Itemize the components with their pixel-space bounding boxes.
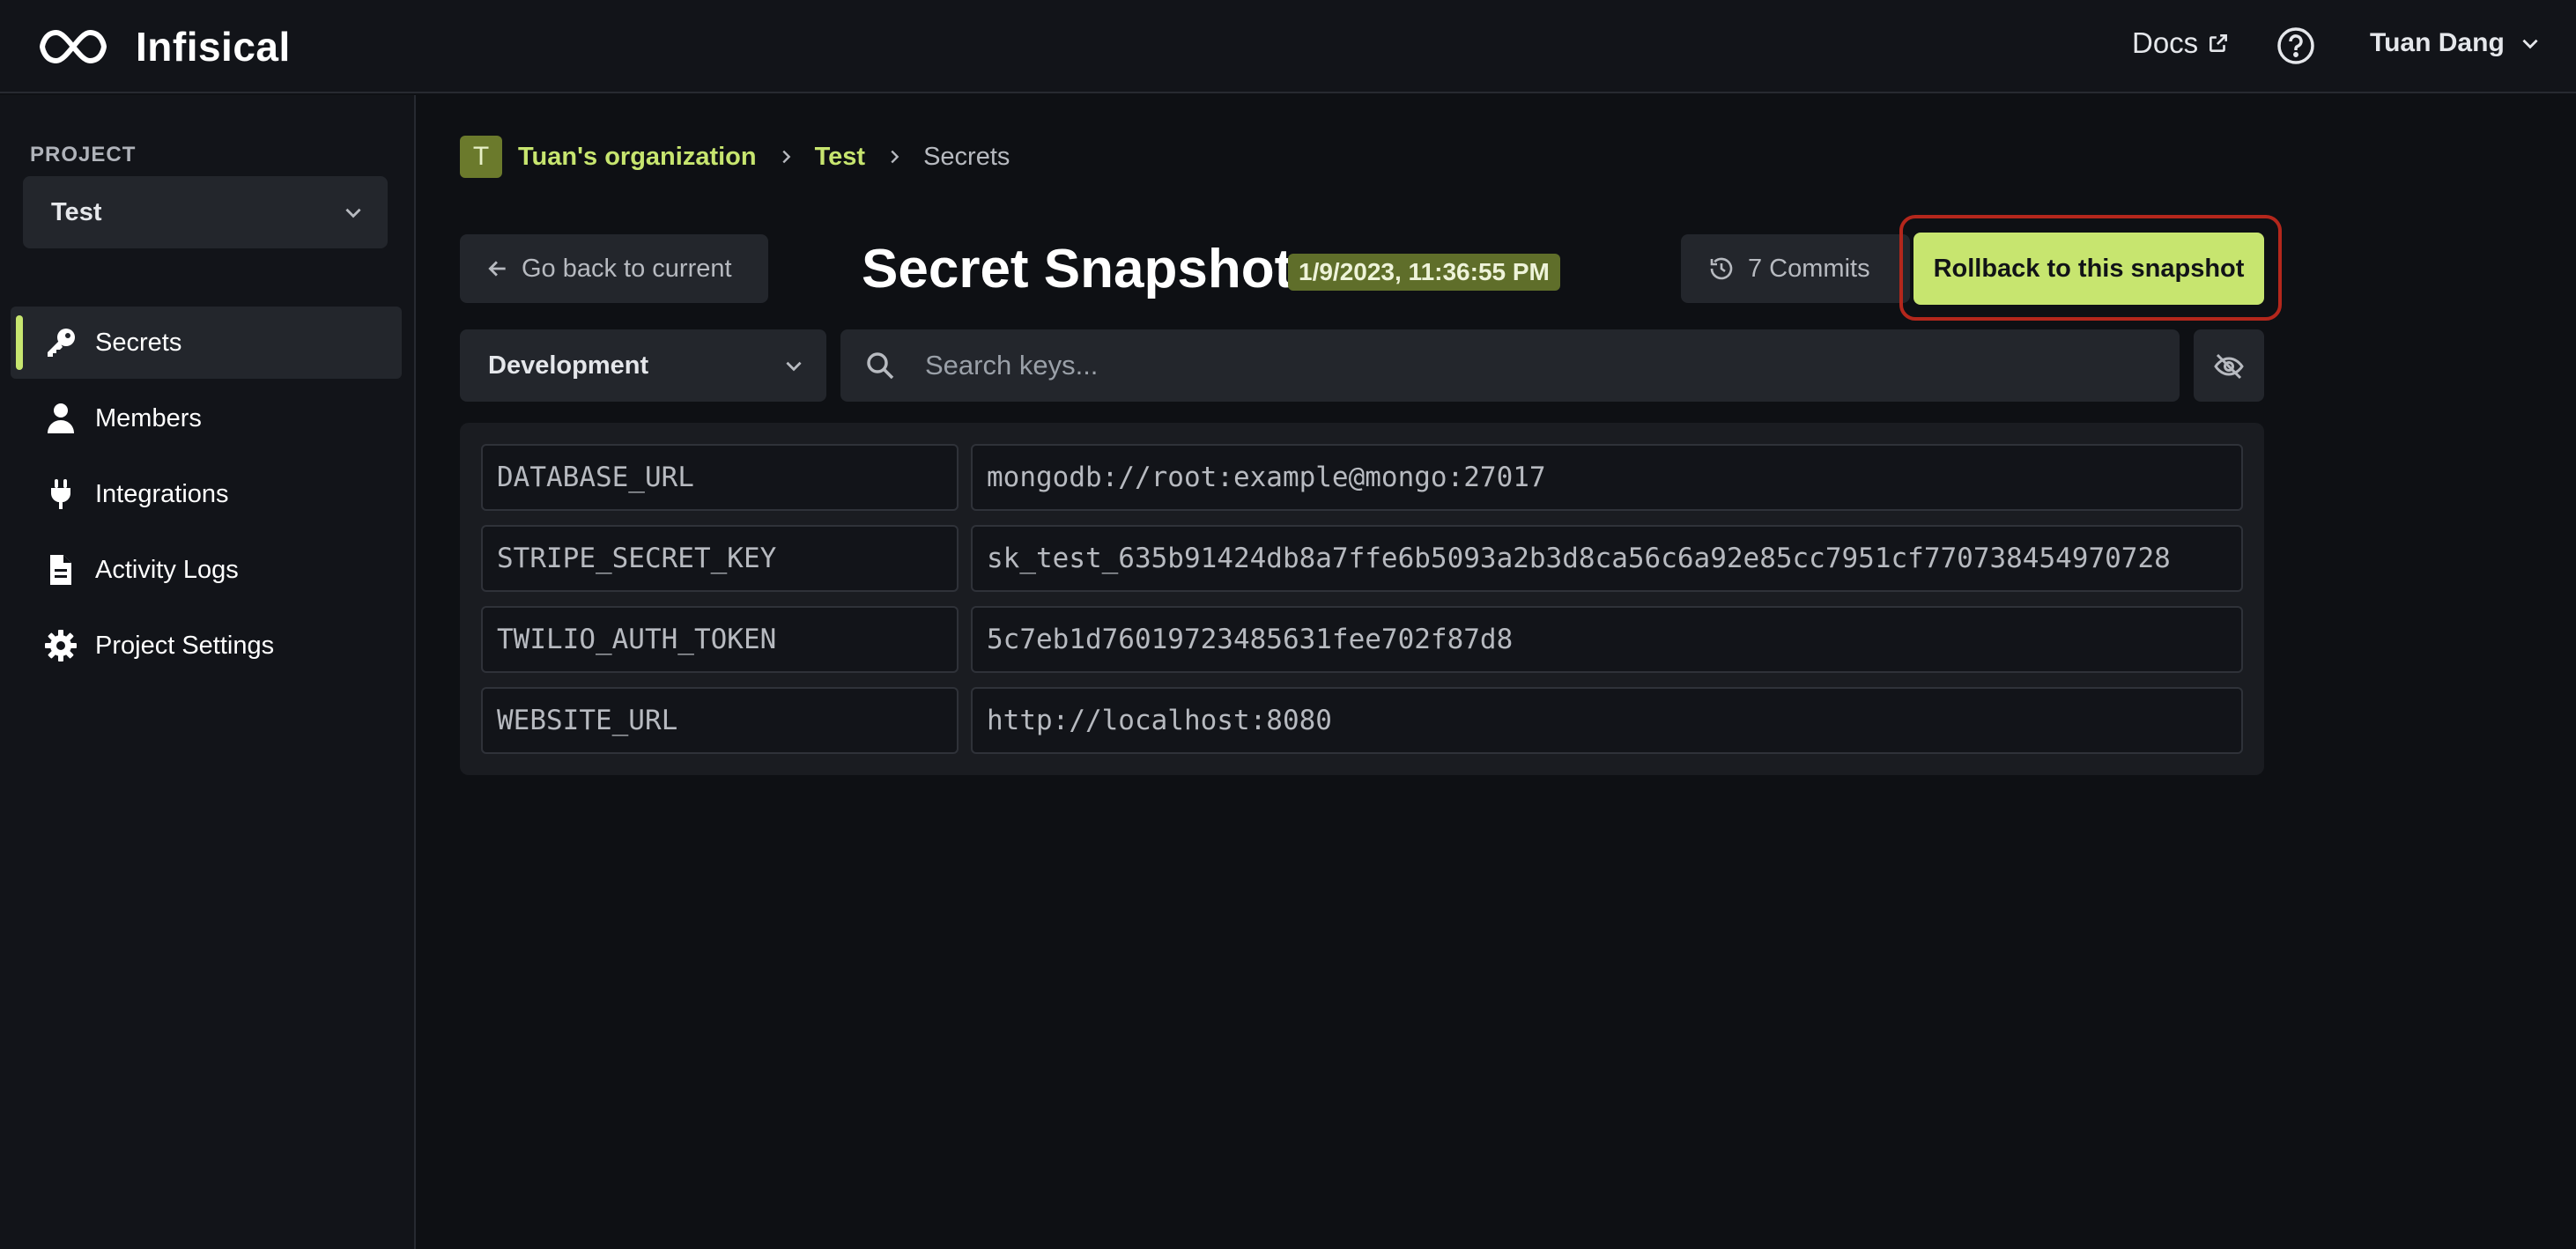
user-name: Tuan Dang [2370, 28, 2505, 57]
sidebar-item-label: Integrations [95, 479, 229, 508]
sidebar-item-project-settings[interactable]: Project Settings [11, 610, 402, 682]
commits-button[interactable]: 7 Commits [1681, 234, 1910, 303]
sidebar: PROJECT Test Secrets Members Integration… [0, 95, 416, 1249]
secret-value-field[interactable]: mongodb://root:example@mongo:27017 [971, 444, 2243, 511]
sidebar-item-label: Project Settings [95, 631, 275, 660]
table-row: WEBSITE_URL http://localhost:8080 [481, 687, 2243, 754]
key-icon [48, 329, 75, 357]
eye-slash-icon [2214, 353, 2244, 380]
app-logo[interactable]: Infisical [39, 23, 291, 70]
arrow-left-icon [488, 261, 506, 277]
sidebar-item-activity-logs[interactable]: Activity Logs [11, 534, 402, 606]
secret-key-field[interactable]: WEBSITE_URL [481, 687, 959, 754]
chevron-right-icon [891, 150, 899, 164]
environment-select[interactable]: Development [460, 329, 826, 402]
top-bar: Infisical Docs Tuan Dang [0, 0, 2576, 93]
toggle-visibility-button[interactable] [2194, 329, 2264, 402]
breadcrumb: T Tuan's organization Test Secrets [460, 136, 1010, 178]
sidebar-item-secrets[interactable]: Secrets [11, 307, 402, 379]
sidebar-item-members[interactable]: Members [11, 382, 402, 455]
app-name: Infisical [136, 24, 291, 70]
page-title: Secret Snapshot [862, 239, 1293, 299]
secret-key-field[interactable]: DATABASE_URL [481, 444, 959, 511]
docs-label: Docs [2132, 26, 2199, 59]
search-input[interactable] [925, 329, 2158, 402]
commits-label: 7 Commits [1748, 254, 1870, 283]
external-link-icon [2210, 34, 2228, 52]
table-row: TWILIO_AUTH_TOKEN 5c7eb1d76019723485631f… [481, 606, 2243, 673]
go-back-label: Go back to current [522, 254, 732, 283]
history-icon [1710, 257, 1733, 280]
help-icon[interactable] [2276, 26, 2315, 65]
org-avatar: T [460, 136, 502, 178]
breadcrumb-project-link[interactable]: Test [815, 143, 865, 172]
secret-value-field[interactable]: 5c7eb1d76019723485631fee702f87d8 [971, 606, 2243, 673]
user-menu[interactable]: Tuan Dang [2370, 28, 2542, 58]
secrets-table: DATABASE_URL mongodb://root:example@mong… [460, 423, 2264, 775]
project-label: PROJECT [30, 143, 137, 166]
chevron-down-icon [345, 208, 361, 218]
snapshot-date-badge: 1/9/2023, 11:36:55 PM [1288, 254, 1560, 291]
project-name: Test [51, 197, 102, 226]
breadcrumb-current: Secrets [923, 142, 1010, 171]
sidebar-item-integrations[interactable]: Integrations [11, 458, 402, 530]
project-select[interactable]: Test [23, 176, 388, 248]
file-icon [50, 555, 71, 585]
sidebar-item-label: Secrets [95, 328, 182, 357]
secret-value-field[interactable]: http://localhost:8080 [971, 687, 2243, 754]
table-row: STRIPE_SECRET_KEY sk_test_635b91424db8a7… [481, 525, 2243, 592]
sidebar-item-label: Activity Logs [95, 555, 239, 584]
breadcrumb-org-link[interactable]: Tuan's organization [518, 143, 757, 172]
secret-key-field[interactable]: TWILIO_AUTH_TOKEN [481, 606, 959, 673]
rollback-button[interactable]: Rollback to this snapshot [1913, 233, 2264, 305]
gear-icon [45, 630, 77, 661]
environment-value: Development [488, 351, 649, 380]
secret-value-field[interactable]: sk_test_635b91424db8a7ffe6b5093a2b3d8ca5… [971, 525, 2243, 592]
search-box [840, 329, 2180, 402]
chevron-right-icon [782, 150, 790, 164]
user-icon [48, 403, 74, 433]
sidebar-nav: Secrets Members Integrations Activity Lo… [11, 307, 402, 685]
chevron-down-icon [2522, 39, 2538, 49]
search-icon [867, 352, 894, 380]
table-row: DATABASE_URL mongodb://root:example@mong… [481, 444, 2243, 511]
infinity-logo-icon [39, 29, 107, 64]
docs-link[interactable]: Docs [2132, 26, 2230, 60]
chevron-down-icon [786, 361, 802, 372]
plug-icon [51, 479, 70, 509]
sidebar-item-label: Members [95, 403, 202, 432]
go-back-button[interactable]: Go back to current [460, 234, 768, 303]
secret-key-field[interactable]: STRIPE_SECRET_KEY [481, 525, 959, 592]
